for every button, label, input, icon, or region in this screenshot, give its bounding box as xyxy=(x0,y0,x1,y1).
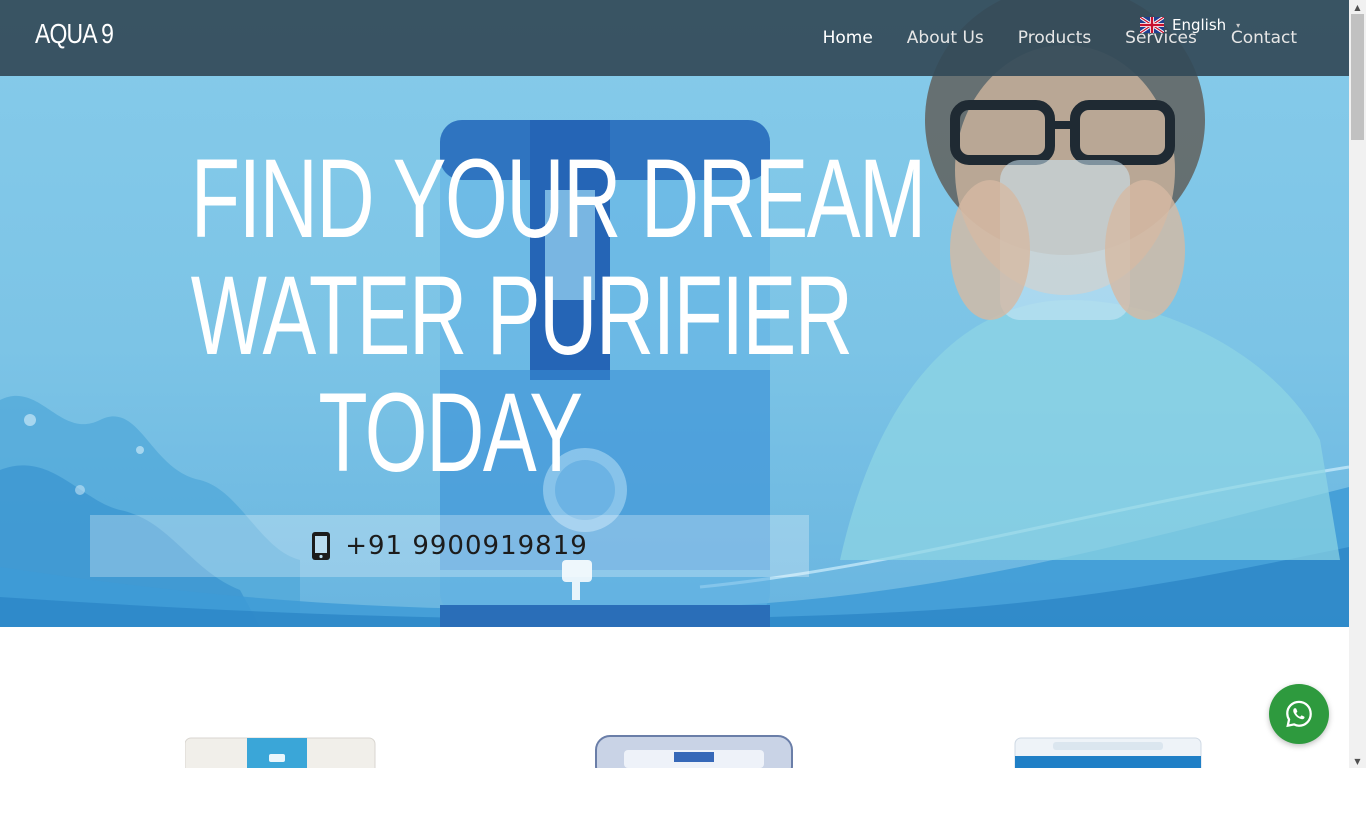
product-image-2[interactable] xyxy=(594,728,794,768)
scroll-down-arrow-icon[interactable]: ▼ xyxy=(1349,754,1366,768)
page-viewport: FIND YOUR DREAM WATER PURIFIER TODAY +91… xyxy=(0,0,1349,768)
headline-line-3: TODAY xyxy=(318,370,583,495)
nav-products[interactable]: Products xyxy=(1018,28,1091,48)
whatsapp-icon xyxy=(1286,700,1312,728)
top-navbar: AQUA 9 English ▾ Home About Us Products … xyxy=(0,0,1349,76)
water-purifier-image xyxy=(1014,737,1202,768)
headline-line-2: WATER PURIFIER xyxy=(190,253,853,378)
scroll-up-arrow-icon[interactable]: ▲ xyxy=(1349,0,1366,14)
phone-contact-bar[interactable]: +91 9900919819 xyxy=(90,515,809,577)
scrollbar-thumb[interactable] xyxy=(1351,14,1364,140)
site-logo[interactable]: AQUA 9 xyxy=(35,18,114,50)
child-drinking-water-image xyxy=(840,0,1340,560)
nav-services[interactable]: Services xyxy=(1125,28,1197,48)
phone-number[interactable]: +91 9900919819 xyxy=(345,531,588,561)
water-purifier-image xyxy=(595,735,793,768)
nav-contact[interactable]: Contact xyxy=(1231,28,1297,48)
headline-line-1: FIND YOUR DREAM xyxy=(190,136,927,261)
nav-home[interactable]: Home xyxy=(823,28,873,48)
window-bottom-area xyxy=(0,768,1366,816)
hero-banner: FIND YOUR DREAM WATER PURIFIER TODAY +91… xyxy=(0,0,1349,627)
main-nav: Home About Us Products Services Contact xyxy=(823,28,1297,48)
hero-headline: FIND YOUR DREAM WATER PURIFIER TODAY xyxy=(90,136,927,495)
product-image-1[interactable] xyxy=(185,728,377,768)
nav-about-us[interactable]: About Us xyxy=(907,28,984,48)
whatsapp-chat-button[interactable] xyxy=(1269,684,1329,744)
product-image-3[interactable] xyxy=(1013,728,1203,768)
page-scrollbar[interactable]: ▲ ▼ xyxy=(1349,0,1366,768)
mobile-phone-icon xyxy=(312,532,331,560)
water-purifier-image xyxy=(185,737,376,768)
